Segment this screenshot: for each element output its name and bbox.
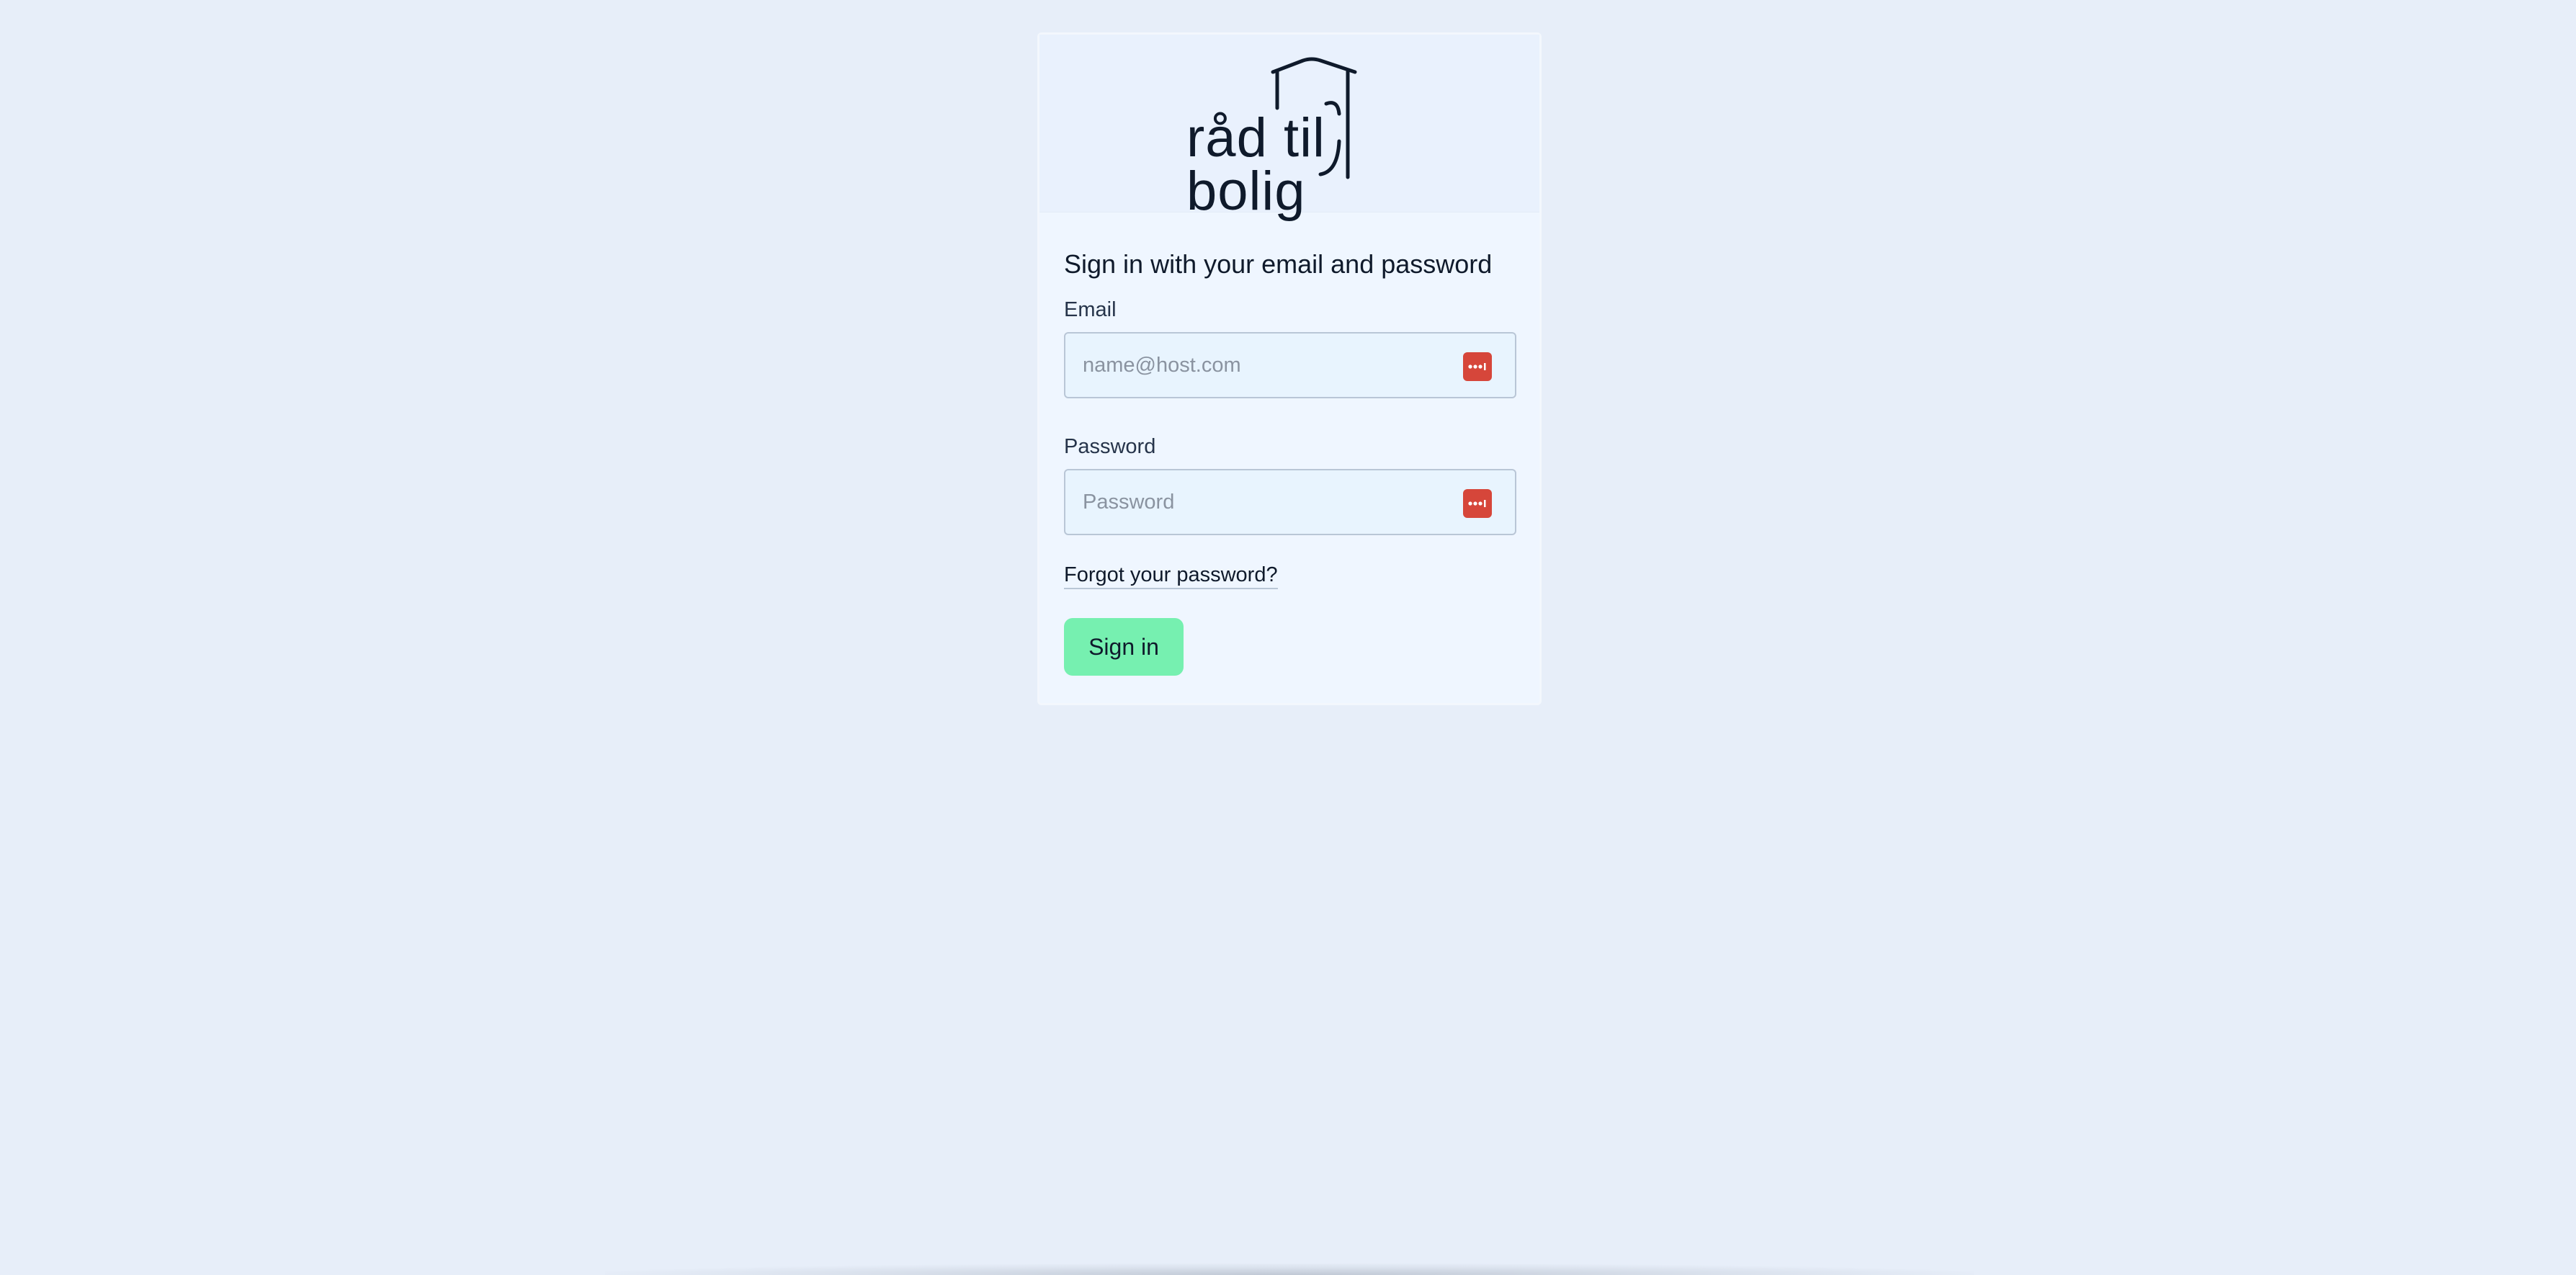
sign-in-page: råd til bolig Sign in with your email an… (0, 0, 2576, 1275)
logo-text-line2: bolig (1186, 161, 1306, 222)
password-field-wrapper (1064, 469, 1516, 535)
password-label: Password (1064, 435, 1156, 458)
sign-in-button[interactable]: Sign in (1064, 618, 1184, 676)
card-header: råd til bolig (1039, 35, 1539, 219)
password-manager-icon[interactable] (1463, 352, 1492, 381)
logo-text-line1: råd til (1186, 107, 1325, 169)
dots-icon (1468, 363, 1486, 370)
card-body: Sign in with your email and password Ema… (1039, 212, 1539, 676)
form-heading: Sign in with your email and password (1064, 249, 1493, 279)
email-field-wrapper (1064, 332, 1516, 398)
password-input[interactable] (1065, 470, 1515, 534)
dots-icon (1468, 500, 1486, 507)
brand-logo: råd til bolig (1179, 56, 1410, 219)
email-input[interactable] (1065, 334, 1515, 397)
password-manager-icon[interactable] (1463, 489, 1492, 518)
forgot-password-link[interactable]: Forgot your password? (1064, 563, 1278, 589)
sign-in-card: råd til bolig Sign in with your email an… (1037, 32, 1542, 705)
bottom-shadow (605, 1263, 1974, 1275)
email-label: Email (1064, 298, 1117, 321)
